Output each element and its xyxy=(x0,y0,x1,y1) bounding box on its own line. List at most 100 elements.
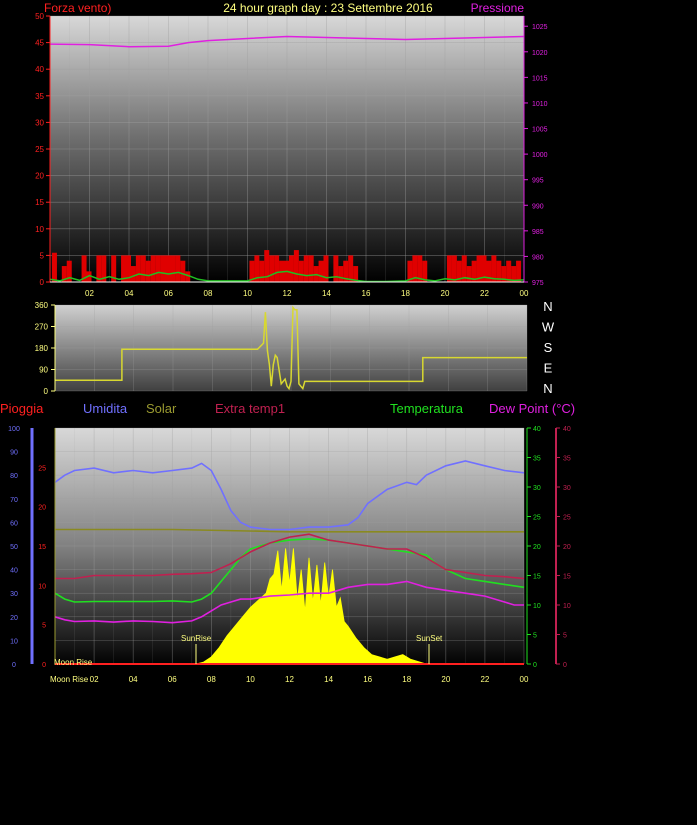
temperatura-tick-label: 5 xyxy=(533,633,537,640)
wind-speed-bar xyxy=(150,255,156,282)
temperatura-tick-label: 25 xyxy=(533,515,541,522)
x-tick-label: 10 xyxy=(243,289,252,298)
pressure-tick-label: 995 xyxy=(532,178,544,185)
pressure-tick-label: 985 xyxy=(532,229,544,236)
wind-speed-bar xyxy=(466,266,472,282)
chart-title: 24 hour graph day : 23 Settembre 2016 xyxy=(223,1,433,15)
temperatura-tick-label: 20 xyxy=(533,544,541,551)
x-tick-label: 04 xyxy=(129,675,138,684)
wind-speed-bar xyxy=(348,255,354,282)
x-tick-label: 22 xyxy=(480,675,489,684)
x-tick-label: 16 xyxy=(362,289,371,298)
compass-label: W xyxy=(542,320,555,335)
legend-temperatura: Temperatura xyxy=(390,401,464,416)
wind-tick-label: 30 xyxy=(35,118,44,127)
wind-speed-bar xyxy=(175,255,181,282)
x-tick-label: 12 xyxy=(283,289,292,298)
direction-tick-label: 270 xyxy=(35,323,49,332)
sunset-label: SunSet xyxy=(416,634,443,643)
legend-umidita: Umidita xyxy=(83,401,128,416)
direction-tick-label: 180 xyxy=(35,344,49,353)
x-tick-label: 18 xyxy=(401,289,410,298)
temperatura-tick-label: 10 xyxy=(533,603,541,610)
wind-speed-bar xyxy=(170,255,176,282)
direction-tick-label: 90 xyxy=(39,366,48,375)
wind-speed-bar xyxy=(333,255,339,282)
wind-speed-bar xyxy=(293,250,299,282)
direction-tick-label: 0 xyxy=(44,387,49,396)
x-tick-label: 00 xyxy=(520,289,529,298)
compass-label: N xyxy=(543,381,552,396)
wind-speed-bar xyxy=(298,260,304,282)
wind-speed-bar xyxy=(308,255,314,282)
wind-speed-bar xyxy=(140,255,146,282)
x-tick-label: 04 xyxy=(125,289,134,298)
x-tick-label: 20 xyxy=(441,675,450,684)
direction-axes: 0 90 180 270 360 xyxy=(35,301,56,396)
wind-speed-bar xyxy=(130,266,136,282)
pioggia-tick-label: 20 xyxy=(38,505,46,512)
x-tick-label: 08 xyxy=(204,289,213,298)
umidita-tick-label: 50 xyxy=(10,544,18,551)
wind-speed-bar xyxy=(160,255,166,282)
dew-point-tick-label: 5 xyxy=(563,633,567,640)
wind-speed-bar xyxy=(135,255,141,282)
pressure-tick-label: 1025 xyxy=(532,24,548,31)
pressure-tick-label: 980 xyxy=(532,254,544,261)
wind-speed-bar xyxy=(318,260,324,282)
direction-tick-label: 360 xyxy=(35,301,49,310)
wind-speed-bar xyxy=(259,260,265,282)
wind-axis-title: Forza vento) xyxy=(44,1,111,15)
temperatura-tick-label: 0 xyxy=(533,662,537,669)
compass-side-labels: NWSEN xyxy=(542,299,555,396)
dew-point-tick-label: 35 xyxy=(563,456,571,463)
wind-speed-bar xyxy=(155,255,161,282)
wind-tick-label: 35 xyxy=(35,92,44,101)
wind-speed-bar xyxy=(446,255,452,282)
x-tick-label: 12 xyxy=(285,675,294,684)
umidita-tick-label: 100 xyxy=(8,426,20,433)
wind-speed-bar xyxy=(145,260,151,282)
umidita-tick-label: 20 xyxy=(10,615,18,622)
weather-charts: 02 04 06 08 10 12 14 16 18 20 22 000510152025303540… xyxy=(0,1,575,684)
pressure-tick-label: 1005 xyxy=(532,127,548,134)
wind-speed-bar xyxy=(303,255,309,282)
temperatura-tick-label: 15 xyxy=(533,574,541,581)
pioggia-tick-label: 15 xyxy=(38,544,46,551)
dew-point-tick-label: 10 xyxy=(563,603,571,610)
legend-extra-temp: Extra temp1 xyxy=(215,401,285,416)
dew-point-tick-label: 30 xyxy=(563,485,571,492)
legend-dew-point: Dew Point (°C) xyxy=(489,401,575,416)
pressure-tick-label: 1015 xyxy=(532,75,548,82)
x-tick-label: 06 xyxy=(164,289,173,298)
x-tick-label: 02 xyxy=(85,289,94,298)
moon-rise-axis-label: Moon Rise xyxy=(50,675,89,684)
x-tick-label: 14 xyxy=(324,675,333,684)
pressure-tick-label: 1010 xyxy=(532,101,548,108)
dew-point-tick-label: 0 xyxy=(563,662,567,669)
wind-speed-bar xyxy=(269,255,275,282)
wind-tick-label: 25 xyxy=(35,145,44,154)
umidita-tick-label: 30 xyxy=(10,591,18,598)
wind-speed-bar xyxy=(51,252,57,282)
umidita-tick-label: 60 xyxy=(10,520,18,527)
umidita-tick-label: 70 xyxy=(10,497,18,504)
wind-speed-bar xyxy=(506,260,512,282)
umidita-tick-label: 0 xyxy=(12,662,16,669)
wind-speed-bar xyxy=(288,255,294,282)
x-tick-label: 14 xyxy=(322,289,331,298)
wind-tick-label: 5 xyxy=(40,251,45,260)
x-tick-label: 18 xyxy=(402,675,411,684)
pressure-tick-label: 990 xyxy=(532,203,544,210)
x-tick-label: 06 xyxy=(168,675,177,684)
temperatura-tick-label: 40 xyxy=(533,426,541,433)
moon-rise-label: Moon Rise xyxy=(54,658,93,667)
legend-solar: Solar xyxy=(146,401,177,416)
wind-pressure-chart: 02 04 06 08 10 12 14 16 18 20 22 000510152025303540… xyxy=(35,1,548,298)
x-tick-label: 10 xyxy=(246,675,255,684)
wind-tick-label: 15 xyxy=(35,198,44,207)
wind-tick-label: 0 xyxy=(40,278,45,287)
pioggia-tick-label: 5 xyxy=(42,623,46,630)
pressure-tick-label: 975 xyxy=(532,280,544,287)
umidita-tick-label: 90 xyxy=(10,450,18,457)
